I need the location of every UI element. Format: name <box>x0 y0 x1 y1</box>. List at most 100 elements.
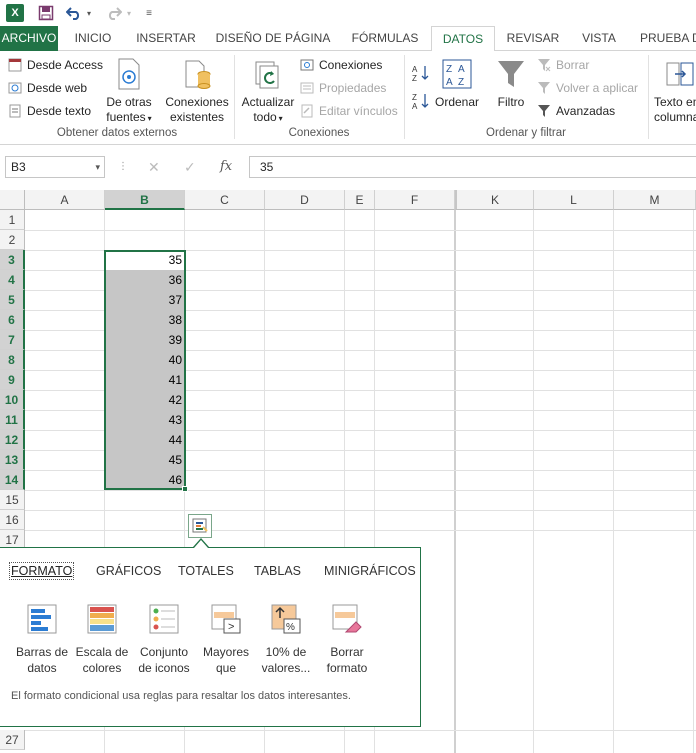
refresh-all-icon <box>252 57 284 91</box>
cell-b7[interactable]: 39 <box>105 330 185 350</box>
group-label-ordenar-filtrar: Ordenar y filtrar <box>486 127 566 139</box>
sort-za-button[interactable]: ZA <box>412 91 432 111</box>
undo-icon[interactable] <box>64 3 84 23</box>
column-header-a[interactable]: A <box>25 190 105 210</box>
fill-handle[interactable] <box>182 486 188 492</box>
tab-vista[interactable]: VISTA <box>572 26 626 51</box>
qa-option-10-de-valores[interactable]: % 10% de valores... <box>256 604 316 676</box>
filtro-label: Filtro <box>497 95 525 109</box>
column-header-k[interactable]: K <box>455 190 534 210</box>
actualizar-todo-button[interactable]: Actualizar todo ▾ <box>239 57 297 126</box>
qa-tab-minigraficos[interactable]: MINIGRÁFICOS <box>324 564 416 578</box>
qa-option-conjunto-de-iconos[interactable]: Conjunto de iconos <box>134 604 194 676</box>
cell-b13[interactable]: 45 <box>105 450 185 470</box>
qa-option-label: de iconos <box>138 661 190 675</box>
qa-option-label: Conjunto <box>139 645 189 659</box>
color-scale-icon <box>87 604 117 634</box>
qa-tab-formato[interactable]: FORMATO <box>8 562 75 580</box>
avanzadas-button[interactable]: Avanzadas <box>536 101 615 121</box>
row-header-14[interactable]: 14 <box>0 470 25 490</box>
row-header-16[interactable]: 16 <box>0 510 25 530</box>
row-header-11[interactable]: 11 <box>0 410 25 430</box>
row-header-2[interactable]: 2 <box>0 230 25 250</box>
conexiones-button[interactable]: Conexiones <box>299 55 382 75</box>
cell-b12[interactable]: 44 <box>105 430 185 450</box>
ordenar-button[interactable]: ZAAZ Ordenar <box>434 57 480 110</box>
properties-icon <box>299 80 315 96</box>
svg-text:Z: Z <box>458 77 464 88</box>
column-header-l[interactable]: L <box>534 190 614 210</box>
sort-az-button[interactable]: AZ <box>412 63 432 83</box>
svg-text:A: A <box>412 65 418 74</box>
select-all-corner[interactable] <box>0 190 25 210</box>
desde-texto-button[interactable]: Desde texto <box>7 101 91 121</box>
cell-b9[interactable]: 41 <box>105 370 185 390</box>
column-header-e[interactable]: E <box>345 190 375 210</box>
cell-b5[interactable]: 37 <box>105 290 185 310</box>
qa-option-mayores-que[interactable]: > Mayores que <box>196 604 256 676</box>
cell-b6[interactable]: 38 <box>105 310 185 330</box>
desde-access-button[interactable]: Desde Access <box>7 55 103 75</box>
qa-option-borrar-formato[interactable]: Borrar formato <box>317 604 377 676</box>
clear-filter-icon <box>536 57 552 73</box>
name-box-dropdown-icon[interactable]: ▾ <box>95 157 100 177</box>
row-header-9[interactable]: 9 <box>0 370 25 390</box>
cell-b4[interactable]: 36 <box>105 270 185 290</box>
row-header-10[interactable]: 10 <box>0 390 25 410</box>
texto-en-columnas-button[interactable]: Texto en columnas <box>650 57 696 125</box>
tab-revisar[interactable]: REVISAR <box>500 26 566 51</box>
cell-b10[interactable]: 42 <box>105 390 185 410</box>
quick-analysis-button[interactable] <box>188 514 212 538</box>
tab-diseno-de-pagina[interactable]: DISEÑO DE PÁGINA <box>208 26 338 51</box>
qa-tab-totales[interactable]: TOTALES <box>178 564 234 578</box>
qa-option-barras-de-datos[interactable]: Barras de datos <box>12 604 72 676</box>
column-header-c[interactable]: C <box>185 190 265 210</box>
text-to-columns-icon <box>664 57 696 91</box>
row-header-5[interactable]: 5 <box>0 290 25 310</box>
insert-function-icon[interactable]: fx <box>220 156 232 178</box>
row-header-3[interactable]: 3 <box>0 250 25 270</box>
row-header-4[interactable]: 4 <box>0 270 25 290</box>
de-otras-fuentes-button[interactable]: De otras fuentes ▾ <box>101 57 157 126</box>
column-header-b[interactable]: B <box>105 190 185 210</box>
cell-b8[interactable]: 40 <box>105 350 185 370</box>
qa-description: El formato condicional usa reglas para r… <box>11 690 351 702</box>
row-header-13[interactable]: 13 <box>0 450 25 470</box>
row-header-27[interactable]: 27 <box>0 730 25 750</box>
name-box[interactable]: B3 ▾ <box>5 156 105 178</box>
desde-web-button[interactable]: Desde web <box>7 78 87 98</box>
tab-formulas[interactable]: FÓRMULAS <box>342 26 428 51</box>
customize-toolbar-icon[interactable]: ≡ <box>142 3 156 23</box>
row-header-8[interactable]: 8 <box>0 350 25 370</box>
cell-b11[interactable]: 43 <box>105 410 185 430</box>
row-header-6[interactable]: 6 <box>0 310 25 330</box>
filtro-button[interactable]: Filtro <box>492 57 530 110</box>
conexiones-existentes-button[interactable]: Conexiones existentes <box>163 57 231 125</box>
save-icon[interactable] <box>35 3 57 23</box>
column-header-d[interactable]: D <box>265 190 345 210</box>
gridline <box>25 730 696 731</box>
tab-prueba[interactable]: PRUEBA DE <box>632 26 696 51</box>
column-header-f[interactable]: F <box>375 190 455 210</box>
undo-dropdown-icon[interactable]: ▾ <box>84 3 94 23</box>
cell-b14[interactable]: 46 <box>105 470 185 490</box>
tab-insertar[interactable]: INSERTAR <box>128 26 204 51</box>
row-header-15[interactable]: 15 <box>0 490 25 510</box>
column-header-m[interactable]: M <box>614 190 696 210</box>
tab-inicio[interactable]: INICIO <box>62 26 124 51</box>
qa-tab-tablas[interactable]: TABLAS <box>254 564 301 578</box>
ordenar-label: Ordenar <box>434 95 480 109</box>
desde-access-label: Desde Access <box>27 58 104 72</box>
cell-b3[interactable]: 35 <box>105 250 185 270</box>
qa-tab-graficos[interactable]: GRÁFICOS <box>96 564 161 578</box>
row-header-7[interactable]: 7 <box>0 330 25 350</box>
row-header-1[interactable]: 1 <box>0 210 25 230</box>
svg-text:A: A <box>458 64 465 75</box>
redo-icon[interactable] <box>104 3 124 23</box>
qa-option-escala-de-colores[interactable]: Escala de colores <box>72 604 132 676</box>
formula-input[interactable]: 35 <box>249 156 696 178</box>
row-header-12[interactable]: 12 <box>0 430 25 450</box>
svg-text:Z: Z <box>412 93 417 102</box>
tab-datos[interactable]: DATOS <box>431 26 495 52</box>
tab-archivo[interactable]: ARCHIVO <box>0 26 58 51</box>
